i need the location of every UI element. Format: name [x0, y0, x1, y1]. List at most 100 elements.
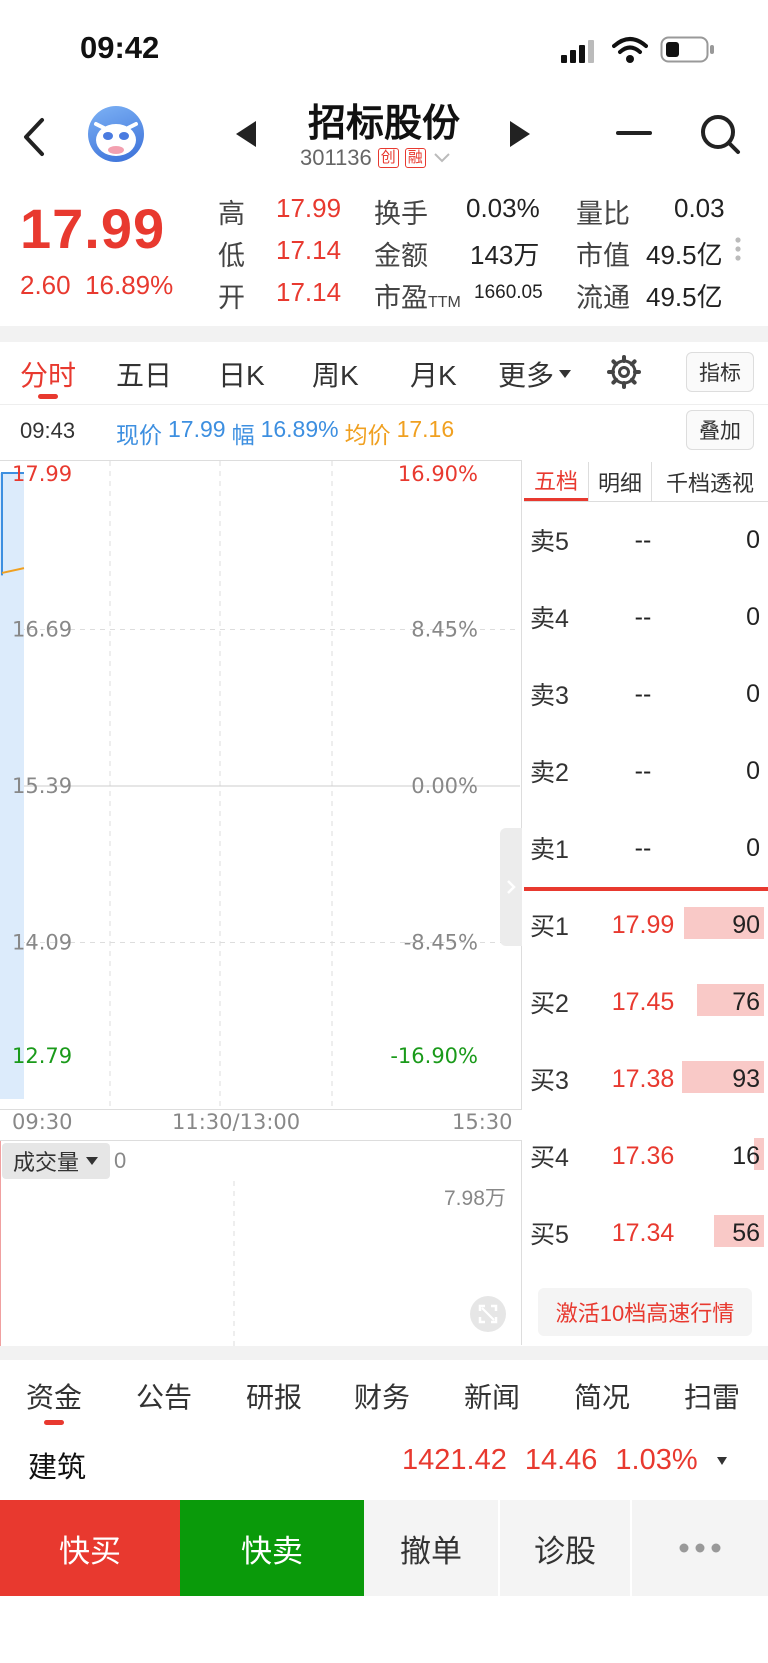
bid-price: 17.38 — [611, 1064, 675, 1093]
stat-low-value: 17.14 — [276, 235, 342, 265]
ob-tab-depth[interactable]: 千档透视 — [652, 462, 768, 501]
tab-month-k[interactable]: 月K — [410, 354, 457, 394]
search-icon[interactable] — [698, 112, 742, 156]
tab-more[interactable]: 更多 — [498, 354, 572, 394]
bid-row-5[interactable]: 买5 17.34 56 — [528, 1213, 768, 1253]
tab-intraday[interactable]: 分时 — [20, 354, 76, 394]
info-price: 17.99 — [168, 416, 226, 442]
stat-volratio-label: 量比 — [576, 199, 630, 229]
stat-amount-label: 金额 — [374, 241, 428, 271]
cancel-order-button[interactable]: 撤单 — [364, 1500, 500, 1596]
diagnose-button[interactable]: 诊股 — [500, 1500, 632, 1596]
section-divider-bottom — [0, 1346, 768, 1360]
btab-capital[interactable]: 资金 — [26, 1376, 82, 1416]
tab-day-k[interactable]: 日K — [218, 354, 265, 394]
bid-row-4[interactable]: 买4 17.36 16 — [528, 1136, 768, 1176]
bid-level-label: 买4 — [530, 1144, 569, 1172]
y-tick-left: 16.69 — [12, 618, 72, 642]
ask-row-4[interactable]: 卖2 -- 0 — [528, 751, 768, 791]
stat-volratio-value: 0.03 — [674, 193, 725, 223]
bid-volume-text: 93 — [732, 1064, 760, 1093]
bid-level-label: 买5 — [530, 1221, 569, 1249]
expand-icon[interactable] — [470, 1296, 506, 1332]
ask-volume-text: 0 — [746, 602, 760, 631]
ask-price: -- — [634, 756, 652, 785]
ask-price: -- — [634, 602, 652, 631]
overlay-button[interactable]: 叠加 — [686, 410, 754, 450]
intraday-chart-svg: 17.99 16.69 15.39 14.09 12.79 16.90% 8.45% 0.00… — [0, 461, 520, 1111]
info-avg-label: 均价 — [344, 422, 391, 448]
bid-level-label: 买3 — [530, 1067, 569, 1095]
info-time: 09:43 — [20, 418, 76, 443]
bid-row-1[interactable]: 买1 17.99 90 — [528, 905, 768, 945]
sector-quote[interactable]: 1421.42 14.46 1.03% — [402, 1444, 728, 1477]
ask-level-label: 卖5 — [530, 528, 569, 556]
ask-volume: 0 — [688, 757, 768, 786]
bid-volume-text: 90 — [732, 910, 760, 939]
bid-volume-text: 56 — [732, 1218, 760, 1247]
y-tick-right: 8.45% — [411, 618, 478, 642]
btab-profile[interactable]: 简况 — [574, 1376, 630, 1416]
ask-level-label: 卖4 — [530, 605, 569, 633]
ask-price: -- — [634, 833, 652, 862]
divider-line — [0, 404, 768, 405]
activate-level10-button[interactable]: 激活10档高速行情 — [538, 1288, 752, 1336]
volume-value: 0 — [114, 1148, 127, 1173]
stat-low-label: 低 — [218, 241, 245, 271]
info-range-label: 幅 — [231, 422, 255, 448]
x-tick-mid: 11:30/13:00 — [172, 1110, 301, 1134]
chevron-down-icon[interactable] — [432, 151, 452, 165]
bid-price: 17.34 — [611, 1218, 675, 1247]
ask-volume: 0 — [688, 603, 768, 632]
btab-announcement[interactable]: 公告 — [136, 1376, 192, 1416]
price-change: 2.60 16.89% — [20, 270, 173, 301]
intraday-chart[interactable]: 17.99 16.69 15.39 14.09 12.79 16.90% 8.45% 0.00… — [0, 460, 522, 1111]
y-tick-right: -8.45% — [404, 931, 478, 955]
change-value: 2.60 — [20, 270, 71, 300]
settings-gear-icon[interactable] — [606, 354, 642, 395]
ask-row-1[interactable]: 卖5 -- 0 — [528, 520, 768, 560]
btab-news[interactable]: 新闻 — [464, 1376, 520, 1416]
wifi-icon — [612, 36, 648, 69]
btab-research[interactable]: 研报 — [246, 1376, 302, 1416]
stat-float-label: 流通 — [576, 283, 630, 313]
ask-volume-text: 0 — [746, 679, 760, 708]
chart-collapse-handle[interactable] — [500, 828, 522, 946]
info-price-label: 现价 — [116, 422, 162, 448]
ob-tab-level5[interactable]: 五档 — [524, 462, 588, 501]
ask-volume-text: 0 — [746, 756, 760, 785]
ask-volume-text: 0 — [746, 525, 760, 554]
volume-selector[interactable]: 成交量 — [2, 1143, 110, 1179]
quick-sell-button[interactable]: 快卖 — [180, 1500, 364, 1596]
stat-amount-value: 143万 — [470, 240, 540, 270]
ask-price: -- — [634, 679, 652, 708]
minimize-icon[interactable] — [614, 118, 654, 148]
btab-finance[interactable]: 财务 — [354, 1376, 410, 1416]
bid-row-3[interactable]: 买3 17.38 93 — [528, 1059, 768, 1099]
btab-risk-scan[interactable]: 扫雷 — [684, 1376, 740, 1416]
btab-underline — [44, 1420, 64, 1425]
stat-turnover-value: 0.03% — [466, 193, 540, 223]
ask-row-2[interactable]: 卖4 -- 0 — [528, 597, 768, 637]
chevron-right-icon — [507, 880, 516, 894]
quick-buy-button[interactable]: 快买 — [0, 1500, 180, 1596]
more-dots-icon[interactable] — [734, 236, 742, 267]
stock-code-row: 301136 创 融 — [300, 145, 452, 171]
bid-volume-text: 16 — [732, 1141, 760, 1170]
more-actions-button[interactable] — [632, 1500, 768, 1596]
indicator-button[interactable]: 指标 — [686, 352, 754, 392]
tab-five-day[interactable]: 五日 — [116, 354, 172, 394]
x-tick-close: 15:30 — [452, 1110, 513, 1134]
x-tick-open: 09:30 — [12, 1110, 73, 1134]
tab-week-k[interactable]: 周K — [312, 354, 359, 394]
stat-open-label: 开 — [218, 283, 245, 313]
ask-row-5[interactable]: 卖1 -- 0 — [528, 828, 768, 868]
orderbook-divider — [524, 887, 768, 891]
ask-row-3[interactable]: 卖3 -- 0 — [528, 674, 768, 714]
y-tick-left: 12.79 — [12, 1044, 72, 1068]
next-stock-button[interactable] — [506, 118, 534, 155]
stat-high-label: 高 — [218, 199, 245, 229]
bid-row-2[interactable]: 买2 17.45 76 — [528, 982, 768, 1022]
ob-tab-detail[interactable]: 明细 — [588, 462, 652, 501]
ask-volume: 0 — [688, 834, 768, 863]
